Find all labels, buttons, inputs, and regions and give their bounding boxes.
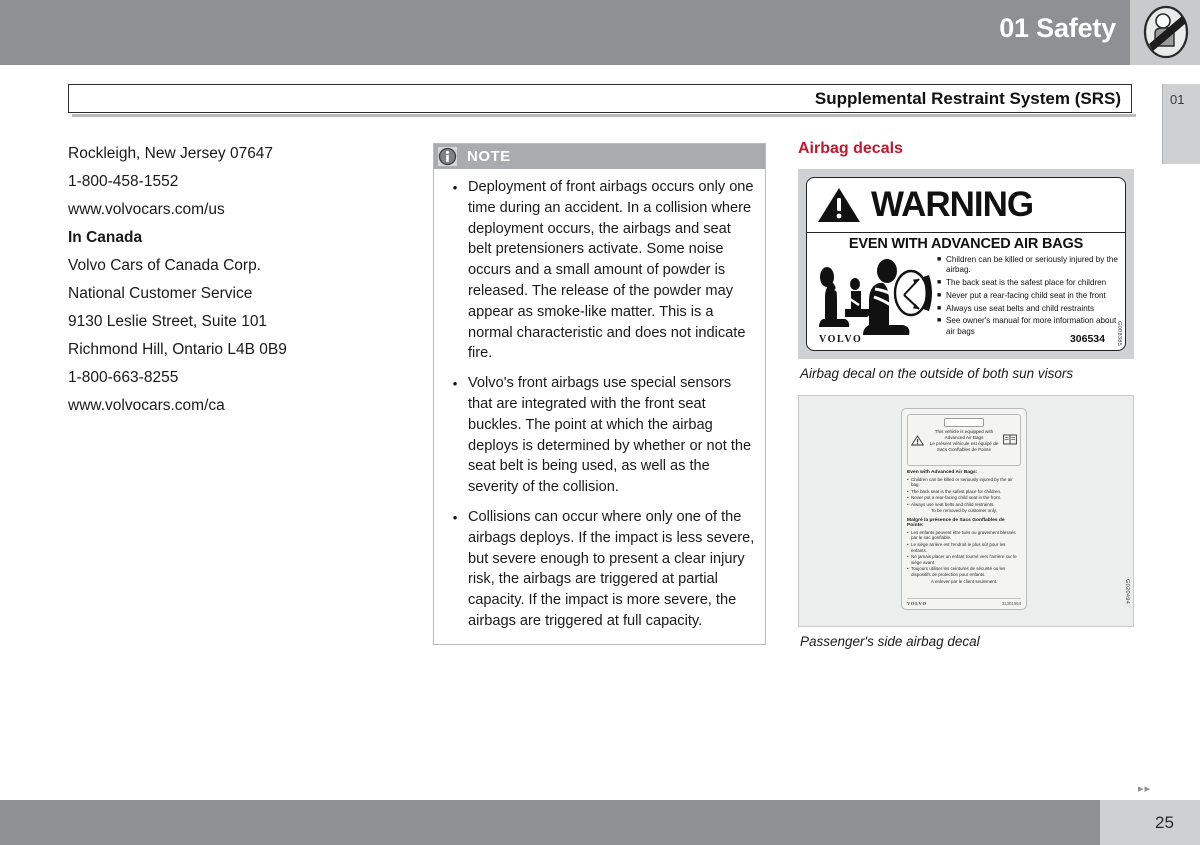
address-line: Volvo Cars of Canada Corp. [68, 257, 261, 274]
decal-side-code: G020494 [1124, 578, 1130, 604]
passenger-bullet-en: • The back seat is the safest place for c… [907, 489, 1021, 495]
address-line: www.volvocars.com/us [68, 201, 225, 218]
square-bullet-glyph: ■ [937, 317, 942, 325]
passenger-decal-figure: This vehicle is equipped with Advanced A… [798, 395, 1134, 627]
passenger-decal-card: This vehicle is equipped with Advanced A… [901, 408, 1027, 610]
warning-bullet-text: The back seat is the safest place for ch… [946, 278, 1107, 287]
passenger-section-title-en: Even with Advanced Air Bags: [907, 470, 978, 475]
page-title: Supplemental Restraint System (SRS) [814, 89, 1121, 108]
warning-decal-figure: WARNING EVEN WITH ADVANCED AIR BAGS ■ Ch… [798, 169, 1134, 359]
passenger-bullet-text: Le siège arrière est l'endroit le plus s… [911, 541, 1006, 553]
page-number: 25 [1155, 813, 1174, 832]
address-line: 1-800-663-8255 [68, 369, 179, 386]
warning-decal-lower: ■ Children can be killed or seriously in… [807, 253, 1125, 341]
bullet-glyph: • [452, 180, 458, 195]
passenger-bullet-text: The back seat is the safest place for ch… [911, 488, 1002, 494]
title-bar-shadow [72, 114, 1136, 117]
address-line: 9130 Leslie Street, Suite 101 [68, 313, 268, 330]
address-line: National Customer Service [68, 285, 253, 302]
decal-part-number: 306534 [1069, 333, 1105, 345]
warning-bullet-text: Never put a rear-facing child seat in th… [946, 290, 1106, 300]
warning-decal-top: WARNING [807, 178, 1125, 233]
warning-bullet-item: ■ Children can be killed or seriously in… [937, 255, 1121, 275]
note-bullet-item: • Deployment of front airbags occurs onl… [442, 177, 755, 364]
page-header-band: 01 Safety [0, 0, 1130, 65]
info-circle-icon [438, 147, 457, 166]
passenger-bullet-text: Children can be killed or seriously inju… [911, 476, 1013, 488]
note-bullet-item: • Collisions can occur where only one of… [442, 507, 755, 632]
address-line: Richmond Hill, Ontario L4B 0B9 [68, 341, 287, 358]
passenger-bullet-text: Ne jamais placer un enfant tourné vers l… [911, 554, 1017, 565]
warning-decal-card: WARNING EVEN WITH ADVANCED AIR BAGS ■ Ch… [806, 177, 1126, 351]
warning-bullet-item: ■ The back seat is the safest place for … [937, 278, 1121, 288]
note-label: NOTE [467, 148, 511, 165]
decal-slot-shape [944, 418, 984, 427]
passenger-note-fr: À enlever par le client seulement. [930, 578, 998, 584]
decal-side-code: G008385 [1116, 320, 1122, 346]
volvo-wordmark: VOLVO [907, 601, 927, 606]
note-header: NOTE [434, 144, 765, 169]
note-box: NOTE • Deployment of front airbags occur… [433, 143, 766, 645]
warning-bullet-list: ■ Children can be killed or seriously in… [935, 253, 1121, 341]
address-line: www.volvocars.com/ca [68, 397, 225, 414]
address-subheading: In Canada [68, 229, 143, 246]
square-bullet-glyph: ■ [937, 256, 942, 263]
warning-triangle-icon [911, 435, 924, 446]
passenger-bullet-en: • Always use seat belts and child restrai… [907, 502, 1021, 508]
warning-bullet-item: ■ Never put a rear-facing child seat in … [937, 291, 1121, 301]
passenger-bullet-text: Toujours utiliser les ceintures de sécur… [911, 566, 1006, 577]
square-bullet-glyph: ■ [937, 304, 942, 312]
passenger-header-en: This vehicle is equipped with Advanced A… [934, 429, 994, 441]
section-title-bar: Supplemental Restraint System (SRS) [68, 84, 1132, 113]
bullet-glyph: • [452, 376, 458, 392]
chapter-tab-label: 01 [1170, 92, 1185, 107]
warning-bullet-item: ■ Always use seat belts and child restra… [937, 304, 1121, 314]
passenger-header-fr: Le présent véhicule est équipé de Sacs G… [929, 441, 999, 453]
passenger-bullet-text: Les enfants peuvent être tués ou graveme… [911, 529, 1016, 541]
note-body: • Deployment of front airbags occurs onl… [434, 169, 765, 644]
address-column: Rockleigh, New Jersey 07647 1-800-458-15… [68, 140, 398, 420]
volvo-wordmark: VOLVO [819, 334, 863, 345]
note-bullet-item: • Volvo's front airbags use special sens… [442, 373, 755, 498]
passenger-bullet-fr: • Le siège arrière est l'endroit le plus … [907, 542, 1021, 553]
chapter-title: 01 Safety [999, 13, 1116, 43]
decal-part-number: 31301564 [1001, 601, 1021, 606]
passenger-bullet-text: Always use seat belts and child restrain… [911, 501, 995, 507]
page-footer-band [0, 800, 1100, 845]
occupant-seatbelt-icon [1143, 5, 1189, 59]
warning-decal-caption: Airbag decal on the outside of both sun … [800, 366, 1074, 381]
passenger-decal-header: This vehicle is equipped with Advanced A… [907, 414, 1021, 466]
page-number-cell: 25 [1100, 800, 1200, 845]
address-line: 1-800-458-1552 [68, 173, 179, 190]
square-bullet-glyph: ■ [937, 291, 942, 299]
square-bullet-glyph: ■ [937, 279, 942, 286]
warning-bullet-text: Always use seat belts and child restrain… [946, 303, 1095, 313]
passenger-bullet-fr: • Les enfants peuvent être tués ou gravem… [907, 530, 1021, 541]
chapter-tab[interactable]: 01 [1162, 84, 1200, 164]
warning-subtitle: EVEN WITH ADVANCED AIR BAGS [848, 236, 1084, 252]
passenger-bullet-fr: • Ne jamais placer un enfant tourné vers … [907, 554, 1021, 565]
seats-occupant-diagram-icon [819, 259, 932, 335]
passenger-decal-footer: VOLVO 31301564 [907, 598, 1021, 606]
note-bullet-text: Collisions can occur where only one of t… [468, 508, 755, 629]
header-icon-cell [1130, 0, 1200, 65]
manual-book-icon [1003, 434, 1017, 445]
passenger-bullet-en: • Never put a rear-facing child seat in t… [907, 495, 1021, 501]
passenger-note-en: To be removed by customer only. [931, 508, 997, 514]
decals-heading: Airbag decals [798, 140, 903, 157]
passenger-section-title-fr: Malgré la présence de Sacs Gonflables de… [907, 518, 1005, 529]
note-bullet-text: Deployment of front airbags occurs only … [468, 179, 754, 362]
address-line: Rockleigh, New Jersey 07647 [68, 145, 274, 162]
warning-word: WARNING [871, 185, 1034, 224]
bullet-glyph: • [452, 509, 458, 525]
warning-triangle-icon [818, 188, 860, 222]
decals-column: Airbag decals WARNING EVEN WITH ADVANCED… [798, 140, 1134, 663]
passenger-bullet-fr: • Toujours utiliser les ceintures de sécu… [907, 566, 1021, 577]
note-bullet-text: Volvo's front airbags use special sensor… [468, 375, 752, 496]
passenger-bullet-text: Never put a rear-facing child seat in th… [911, 495, 1002, 501]
passenger-bullet-en: • Children can be killed or seriously inj… [907, 477, 1021, 488]
warning-bullet-text: Children can be killed or seriously inju… [946, 255, 1118, 275]
passenger-decal-caption: Passenger's side airbag decal [800, 634, 980, 649]
next-page-arrows-icon: ▸▸ [1138, 783, 1152, 795]
